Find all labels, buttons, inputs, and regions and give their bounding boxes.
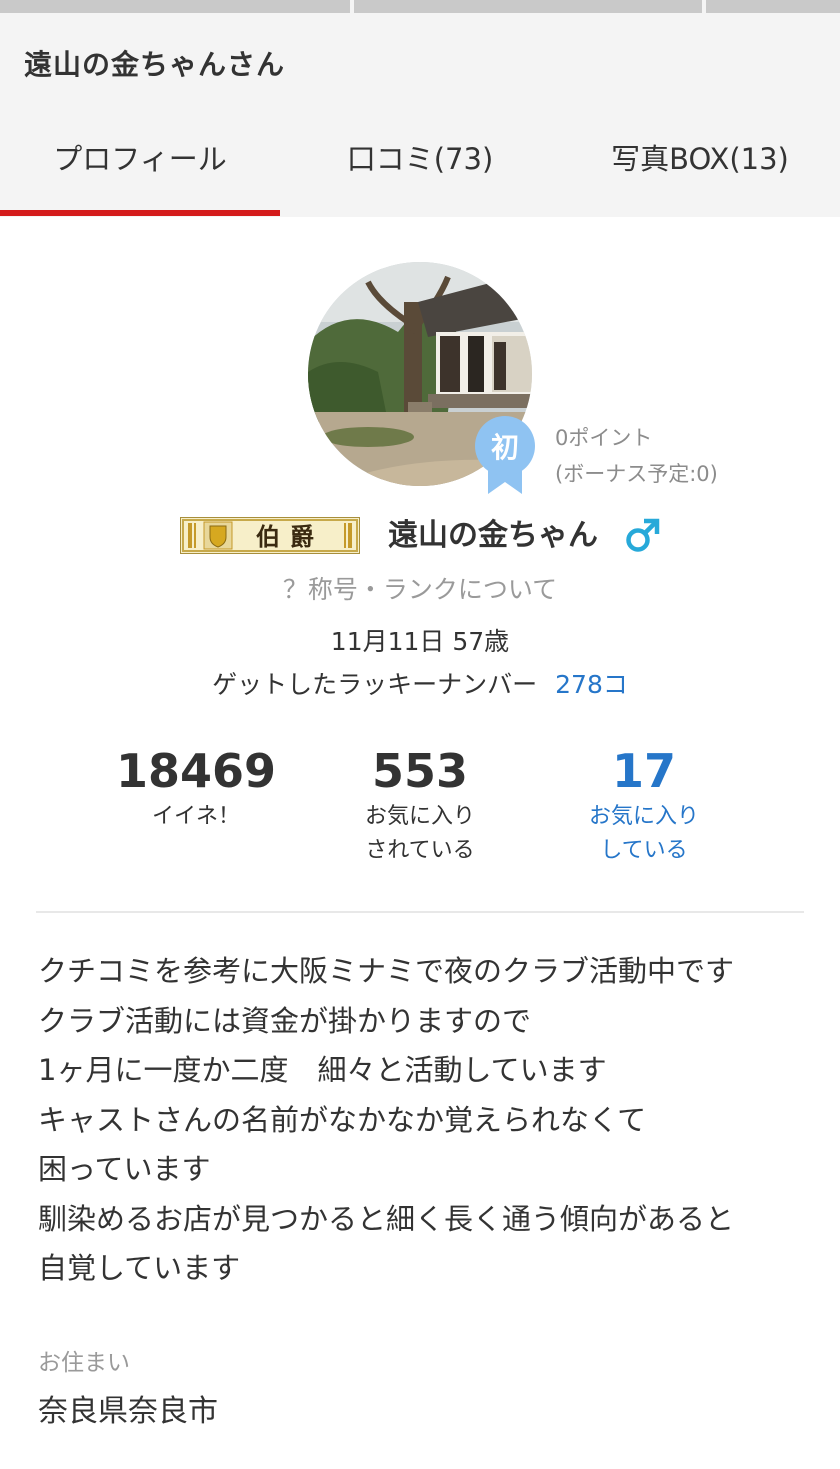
bio-line: 馴染めるお店が見つかると細く長く通う傾向があると [38,1201,735,1236]
stat-likes: 18469 イイネ！ [76,742,316,834]
rank-badge: 伯爵 [180,517,360,554]
stat-favorited-value: 553 [371,744,469,798]
stat-favoriting-value[interactable]: 17 [524,742,764,800]
tab-photo-box[interactable]: 写真BOX(13) [560,139,840,189]
divider [36,911,804,913]
points-value: 0ポイント [555,426,653,450]
active-tab-indicator [0,210,280,216]
residence-value: 奈良県奈良市 [38,1394,218,1429]
stat-favorited-label-2: されている [365,838,475,863]
bio-line: 困っています [38,1152,211,1186]
bio-text: クチコミを参考に大阪ミナミで夜のクラブ活動中です クラブ活動には資金が掛かります… [38,947,828,1294]
bio-line: 1ヶ月に一度か二度 細々と活動しています [38,1053,607,1087]
lucky-number-row: ゲットしたラッキーナンバー 278コ [0,665,840,701]
rank-label: 伯爵 [256,522,324,551]
stat-likes-label: イイネ！ [151,804,240,829]
residence-label: お住まい [38,1350,130,1376]
header: 遠山の金ちゃんさん プロフィール 口コミ(73) 写真BOX(13) [0,13,840,217]
stat-favorited: 553 お気に入り されている [300,742,540,868]
shield-icon [203,521,233,550]
bio-line: クラブ活動には資金が掛かりますので [38,1003,532,1038]
lucky-number-link[interactable]: 278コ [555,670,628,699]
male-symbol-icon [626,518,660,552]
stat-favoriting[interactable]: 17 お気に入り している [524,742,764,868]
ribbon-badge-icon: 初 [475,416,535,494]
tab-reviews[interactable]: 口コミ(73) [280,139,560,189]
badge-label: 初 [491,431,519,464]
points-info: 0ポイント (ボーナス予定:0) [555,420,718,492]
tab-profile[interactable]: プロフィール [0,139,280,189]
bio-line: クチコミを参考に大阪ミナミで夜のクラブ活動中です [38,954,735,988]
rank-info-link[interactable]: ？称号・ランクについて [0,570,840,606]
page-title: 遠山の金ちゃんさん [24,48,286,81]
stat-likes-value: 18469 [115,744,277,798]
bonus-value: (ボーナス予定:0) [555,462,718,486]
bio-line: キャストさんの名前がなかなか覚えられなくて [38,1102,647,1137]
stat-favoriting-label-1[interactable]: お気に入り [524,800,764,834]
username: 遠山の金ちゃん [388,518,598,553]
birthday-age: 11月11日 57歳 [330,627,510,656]
top-status-strip [0,0,840,13]
lucky-number-label: ゲットしたラッキーナンバー [212,670,538,699]
stat-favorited-label-1: お気に入り [364,804,475,829]
stat-favoriting-label-2[interactable]: している [524,834,764,868]
bio-line: 自覚しています [38,1251,241,1285]
